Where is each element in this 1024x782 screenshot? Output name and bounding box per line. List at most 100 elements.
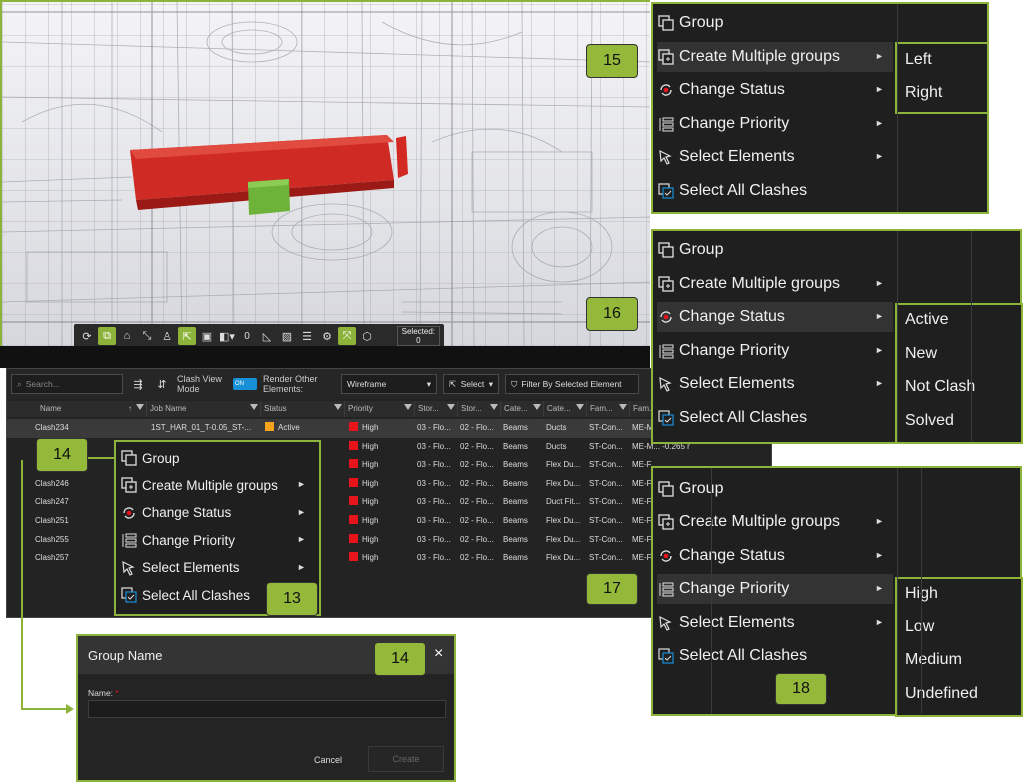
- select-all-clashes-icon: [657, 182, 675, 200]
- filter-icon[interactable]: [490, 404, 498, 413]
- filter-icon[interactable]: [447, 404, 455, 413]
- list-icon[interactable]: ☰: [298, 327, 316, 345]
- change-priority-menu-item[interactable]: Change Priority ►: [120, 528, 315, 552]
- submenu-item-right[interactable]: Right: [905, 84, 942, 102]
- create-multiple-groups-menu: Group Create Multiple groups ► Change Statu…: [651, 2, 989, 214]
- clash-view-toggle[interactable]: ON: [233, 378, 257, 390]
- filter-icon[interactable]: [250, 404, 258, 413]
- cell-stor2-text: 02 - Flo...: [460, 516, 494, 525]
- render-mode-select[interactable]: Wireframe ▾: [341, 374, 437, 394]
- change-status-menu-item[interactable]: Change Status ►: [120, 501, 315, 525]
- group-menu-item[interactable]: Group: [657, 235, 893, 265]
- col-storey-2[interactable]: Stor...: [458, 401, 501, 417]
- clash-view-icon[interactable]: ⧉: [98, 327, 116, 345]
- callout-14-dialog: 14: [374, 642, 426, 676]
- change-status-icon: [120, 504, 138, 522]
- select-all-clashes-menu-item[interactable]: Select All Clashes: [657, 176, 893, 206]
- group-menu-item[interactable]: Group: [120, 446, 315, 470]
- create-multiple-groups-menu-item[interactable]: Create Multiple groups ►: [657, 507, 893, 537]
- col-job-label: Job Name: [150, 404, 187, 413]
- settings-icon[interactable]: ⚙: [318, 327, 336, 345]
- cell-stor2: 02 - Flo...: [458, 456, 501, 475]
- select-elements-label: Select Elements: [679, 148, 795, 166]
- select-dropdown[interactable]: ⇱ Select ▾: [443, 374, 499, 394]
- col-category-2[interactable]: Cate...: [544, 401, 587, 417]
- filter-by-selected-button[interactable]: ⛉ Filter By Selected Element: [505, 374, 639, 394]
- create-multiple-groups-menu-item[interactable]: Create Multiple groups ►: [120, 473, 315, 497]
- create-button[interactable]: Create: [368, 746, 444, 772]
- fit-view-icon[interactable]: ⤡: [138, 327, 156, 345]
- col-priority[interactable]: Priority: [345, 401, 415, 417]
- submenu-item-not-clash[interactable]: Not Clash: [905, 378, 975, 396]
- filter-icon[interactable]: [619, 404, 627, 413]
- create-multiple-groups-menu-item[interactable]: Create Multiple groups ►: [657, 41, 893, 72]
- cell-stor2-text: 02 - Flo...: [460, 478, 494, 488]
- expand-icon[interactable]: ⤧: [338, 327, 356, 345]
- cell-priority-text: High: [362, 516, 379, 525]
- filter-icon[interactable]: [334, 404, 342, 413]
- col-job[interactable]: Job Name: [147, 401, 261, 417]
- select-elements-menu-item[interactable]: Select Elements ►: [657, 369, 893, 399]
- change-status-menu-item[interactable]: Change Status ►: [657, 302, 893, 333]
- change-status-menu-item[interactable]: Change Status ►: [657, 541, 893, 571]
- select-elements-menu-item[interactable]: Select Elements ►: [657, 142, 893, 172]
- cell-status: Active: [261, 419, 345, 438]
- cell-cat1-text: Beams: [503, 516, 528, 525]
- close-icon[interactable]: ×: [434, 645, 443, 663]
- col-status[interactable]: Status: [261, 401, 345, 417]
- group-name-input[interactable]: [88, 700, 446, 718]
- submenu-item-medium[interactable]: Medium: [905, 651, 962, 669]
- sort-icon[interactable]: ↑: [128, 401, 132, 417]
- submenu-item-left[interactable]: Left: [905, 51, 932, 69]
- submenu-item-new[interactable]: New: [905, 345, 937, 363]
- submenu-item-low[interactable]: Low: [905, 618, 934, 636]
- home-view-icon[interactable]: ⌂: [118, 327, 136, 345]
- change-priority-menu-item[interactable]: Change Priority ►: [657, 109, 893, 139]
- filter-icon[interactable]: [404, 404, 412, 413]
- name-label: Name: *: [88, 688, 119, 698]
- 3d-viewport[interactable]: ⟳ ⧉ ⌂ ⤡ ♙ ⇱ ▣ ◧▾ 0 ◺ ▨ ☰ ⚙ ⤧ ⬡ Selected:…: [0, 0, 650, 346]
- priority-high-icon: [349, 477, 358, 487]
- submenu-item-undefined[interactable]: Undefined: [905, 685, 978, 703]
- select-all-clashes-menu-item[interactable]: Select All Clashes: [657, 403, 893, 433]
- col-category-1[interactable]: Cate...: [501, 401, 544, 417]
- measure-icon[interactable]: ◺: [258, 327, 276, 345]
- walk-icon[interactable]: ♙: [158, 327, 176, 345]
- filter-icon[interactable]: [533, 404, 541, 413]
- col-storey-1[interactable]: Stor...: [415, 401, 458, 417]
- col-name[interactable]: Name ↑: [7, 401, 147, 417]
- select-pointer-icon[interactable]: ⇱: [178, 327, 196, 345]
- change-priority-menu-item[interactable]: Change Priority ►: [657, 336, 893, 366]
- submenu-item-solved[interactable]: Solved: [905, 412, 954, 430]
- group-menu-item[interactable]: Group: [657, 474, 893, 504]
- filter-icon[interactable]: [576, 404, 584, 413]
- select-elements-menu-item[interactable]: Select Elements ►: [120, 556, 315, 580]
- change-status-menu-item[interactable]: Change Status ►: [657, 75, 893, 105]
- cell-priority-text: High: [362, 553, 379, 563]
- create-multiple-groups-menu-item[interactable]: Create Multiple groups ►: [657, 269, 893, 299]
- select-all-clashes-menu-item[interactable]: Select All Clashes: [657, 641, 893, 671]
- search-input[interactable]: ⌕ Search...: [11, 374, 123, 394]
- image-icon[interactable]: ▨: [278, 327, 296, 345]
- cancel-button[interactable]: Cancel: [314, 755, 342, 765]
- change-status-label: Change Status: [679, 546, 785, 564]
- change-priority-menu-item[interactable]: Change Priority ►: [657, 574, 893, 605]
- export-icon[interactable]: ⇵: [153, 375, 171, 393]
- group-menu-item[interactable]: Group: [657, 8, 893, 38]
- add-column-icon[interactable]: ⇶: [129, 375, 147, 393]
- filter-by-selected-label: Filter By Selected Element: [521, 379, 622, 389]
- cell-stor1-text: 03 - Flo...: [417, 516, 451, 525]
- select-elements-menu-item[interactable]: Select Elements ►: [657, 608, 893, 638]
- submenu-item-active[interactable]: Active: [905, 311, 949, 329]
- cell-fam1: ST-Con...: [587, 438, 630, 457]
- cube-icon[interactable]: ⬡: [358, 327, 376, 345]
- cell-cat1: Beams: [501, 549, 544, 568]
- filter-icon[interactable]: [136, 404, 144, 413]
- col-family-1[interactable]: Fam...: [587, 401, 630, 417]
- cube-dropdown-icon[interactable]: ◧▾: [218, 327, 236, 345]
- create-multiple-groups-label: Create Multiple groups: [679, 47, 840, 65]
- section-box-icon[interactable]: ▣: [198, 327, 216, 345]
- group-icon: [657, 480, 675, 498]
- callout-17: 17: [586, 573, 638, 605]
- refresh-icon[interactable]: ⟳: [78, 327, 96, 345]
